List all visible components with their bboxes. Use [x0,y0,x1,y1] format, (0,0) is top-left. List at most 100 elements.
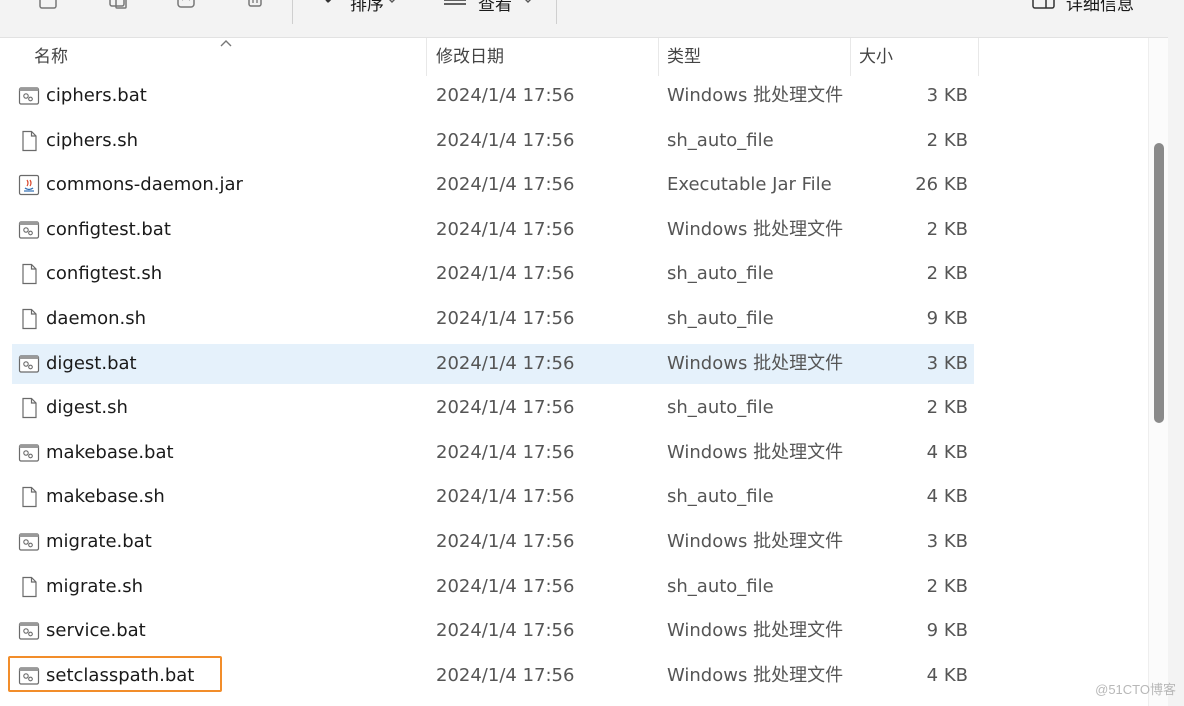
file-date: 2024/1/4 17:56 [436,263,575,285]
file-type: sh_auto_file [667,575,774,597]
delete-icon[interactable] [245,0,265,10]
paste-icon[interactable] [108,0,128,10]
file-size: 2 KB [926,263,968,285]
file-size: 4 KB [926,441,968,463]
file-type: Windows 批处理文件 [667,218,844,240]
java-jar-icon [18,174,40,196]
file-name: migrate.bat [46,531,152,552]
batch-file-icon [18,219,40,241]
file-type: Windows 批处理文件 [667,664,844,686]
generic-file-icon [18,130,40,152]
file-type: sh_auto_file [667,397,774,419]
view-icon[interactable] [444,0,466,10]
file-row[interactable]: configtest.sh 2024/1/4 17:56 sh_auto_file 2… [12,254,974,294]
more-options-button[interactable]: ··· [578,0,597,4]
file-row[interactable]: commons-daemon.jar 2024/1/4 17:56 Executab… [12,165,974,205]
toolbar-separator [292,0,293,24]
file-row[interactable]: setclasspath.bat 2024/1/4 17:56 Windows 批处… [8,655,974,696]
file-size: 2 KB [926,218,968,240]
file-date: 2024/1/4 17:56 [436,664,575,686]
view-button[interactable]: 查看 [478,0,512,15]
file-name: digest.sh [46,397,128,419]
file-type: sh_auto_file [667,263,774,285]
file-name: makebase.sh [46,486,165,508]
file-row[interactable]: migrate.bat 2024/1/4 17:56 Windows 批处理文件 3 … [12,522,974,562]
file-name: daemon.sh [46,308,146,329]
batch-file-icon [18,353,40,375]
column-type-label: 类型 [667,47,701,67]
file-row[interactable]: digest.bat 2024/1/4 17:56 Windows 批处理文件 3 K… [12,343,974,384]
batch-file-icon [18,531,40,553]
file-type: Windows 批处理文件 [667,531,844,552]
file-type: Windows 批处理文件 [667,620,844,642]
file-name: service.bat [46,620,146,642]
file-date: 2024/1/4 17:56 [436,620,575,642]
file-row[interactable]: makebase.bat 2024/1/4 17:56 Windows 批处理文件 4… [12,433,974,473]
generic-file-icon [18,263,40,285]
share-icon[interactable] [176,0,196,10]
file-row[interactable]: configtest.bat 2024/1/4 17:56 Windows 批处理文… [12,210,974,250]
file-date: 2024/1/4 17:56 [436,531,575,552]
command-bar: 排序 查看 ··· 详细信息 [0,0,1184,38]
file-date: 2024/1/4 17:56 [436,441,575,463]
file-name: commons-daemon.jar [46,174,243,196]
toolbar-separator [556,0,557,24]
sort-button[interactable]: 排序 [350,0,384,15]
file-name: migrate.sh [46,575,144,597]
file-name: ciphers.bat [46,85,147,106]
sort-icon[interactable] [320,0,340,10]
details-pane-icon[interactable] [1032,0,1055,10]
batch-file-icon [18,85,40,107]
file-row[interactable]: ciphers.bat 2024/1/4 17:56 Windows 批处理文件 3 … [12,76,974,116]
file-row[interactable]: ciphers.sh 2024/1/4 17:56 sh_auto_file 2 KB [12,121,974,161]
file-name: setclasspath.bat [46,664,195,686]
file-date: 2024/1/4 17:56 [436,85,575,106]
file-type: Windows 批处理文件 [667,441,844,463]
file-size: 3 KB [926,352,968,374]
batch-file-icon [18,442,40,464]
file-date: 2024/1/4 17:56 [436,308,575,329]
file-row[interactable]: makebase.sh 2024/1/4 17:56 sh_auto_file 4 K… [12,477,974,517]
file-row[interactable]: migrate.sh 2024/1/4 17:56 sh_auto_file 2 KB [12,567,974,607]
batch-file-icon [18,665,40,687]
file-size: 4 KB [926,664,968,686]
file-name: configtest.bat [46,218,171,240]
batch-file-icon [18,620,40,642]
file-name: makebase.bat [46,441,174,463]
file-size: 3 KB [926,531,968,552]
sort-ascending-icon [220,40,232,47]
file-size: 3 KB [926,85,968,106]
file-size: 2 KB [926,575,968,597]
copy-icon[interactable] [38,0,58,10]
file-date: 2024/1/4 17:56 [436,486,575,508]
column-header: 名称 修改日期 类型 大小 [0,38,1148,76]
file-size: 9 KB [926,308,968,329]
file-size: 2 KB [926,129,968,151]
watermark: @51CTO博客 [1095,682,1176,697]
column-header-size[interactable]: 大小 [851,38,979,76]
details-pane-button[interactable]: 详细信息 [1066,0,1134,15]
column-header-date[interactable]: 修改日期 [428,38,659,76]
file-size: 26 KB [915,174,968,196]
file-type: sh_auto_file [667,129,774,151]
file-type: sh_auto_file [667,486,774,508]
generic-file-icon [18,397,40,419]
file-date: 2024/1/4 17:56 [436,174,575,196]
column-size-label: 大小 [859,47,893,67]
file-type: Executable Jar File [667,174,832,196]
vertical-scrollbar-thumb[interactable] [1154,143,1164,423]
file-row[interactable]: digest.sh 2024/1/4 17:56 sh_auto_file 2 KB [12,388,974,428]
chevron-down-icon[interactable] [522,0,542,10]
generic-file-icon [18,486,40,508]
file-row[interactable]: service.bat 2024/1/4 17:56 Windows 批处理文件 9 … [12,611,974,651]
file-row[interactable]: daemon.sh 2024/1/4 17:56 sh_auto_file 9 KB [12,299,974,339]
generic-file-icon [18,308,40,330]
generic-file-icon [18,576,40,598]
file-size: 9 KB [926,620,968,642]
column-header-type[interactable]: 类型 [659,38,851,76]
file-date: 2024/1/4 17:56 [436,129,575,151]
column-name-label: 名称 [34,47,68,67]
file-date: 2024/1/4 17:56 [436,575,575,597]
chevron-down-icon[interactable] [386,0,406,10]
file-name: digest.bat [46,352,137,374]
